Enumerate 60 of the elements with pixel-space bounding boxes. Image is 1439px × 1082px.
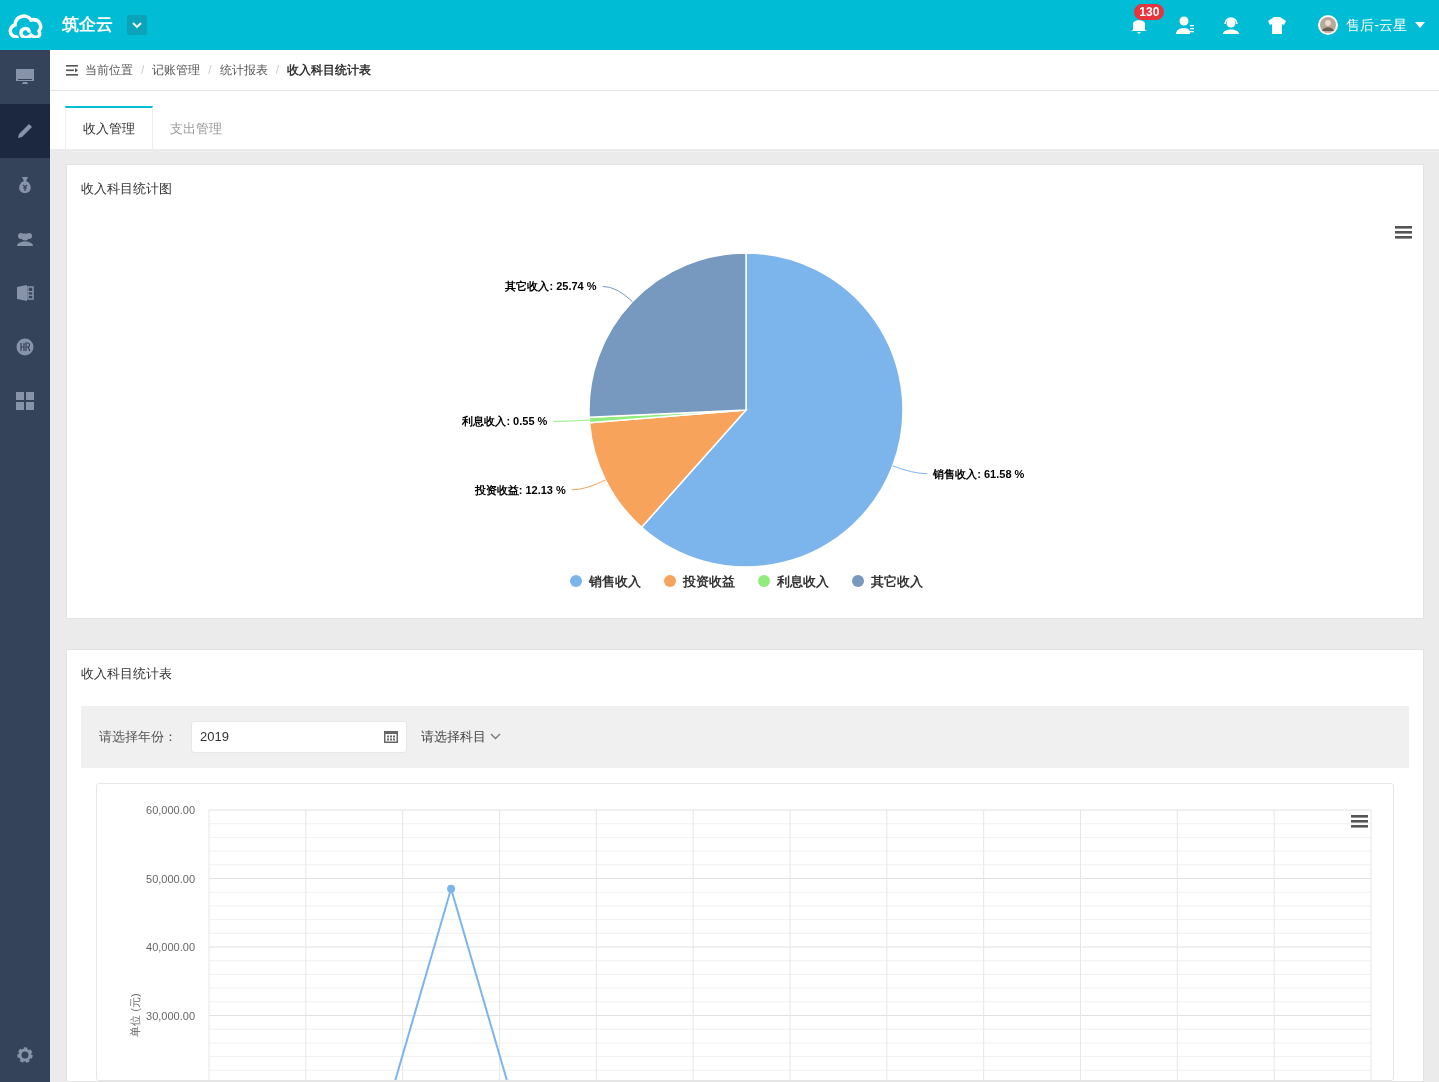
axis-tick-label: 30,000.00	[146, 1009, 195, 1021]
leader-line	[602, 285, 633, 302]
data-point	[447, 884, 456, 893]
card-title: 收入科目统计图	[81, 181, 172, 196]
notification-button[interactable]: 130	[1116, 0, 1163, 50]
calendar-icon	[384, 730, 398, 743]
breadcrumb-item: 收入科目统计表	[287, 62, 372, 79]
pencil-icon	[16, 122, 34, 140]
legend-item[interactable]: 投资收益	[664, 573, 735, 589]
tab[interactable]: 收入管理	[65, 106, 153, 149]
t-shirt-icon	[1268, 16, 1287, 34]
axis-title: 单位 (元)	[129, 992, 141, 1037]
app-switch-button[interactable]	[127, 15, 147, 35]
caret-icon	[1415, 22, 1425, 28]
axis-tick-label: 50,000.00	[146, 872, 195, 884]
grid-icon	[16, 392, 34, 410]
breadcrumb-separator: /	[141, 62, 145, 79]
year-label: 请选择年份：	[99, 727, 177, 746]
legend-label: 销售收入	[588, 573, 642, 589]
chevron-down-icon	[132, 21, 142, 29]
headset-icon	[1222, 16, 1241, 34]
badge-icon	[16, 338, 34, 356]
money-bag-icon	[16, 176, 34, 194]
breadcrumb-item[interactable]: 统计报表	[219, 61, 268, 79]
menu-indent-icon	[66, 64, 79, 76]
leader-line	[571, 479, 606, 490]
legend-label: 其它收入	[870, 573, 924, 589]
contacts-icon	[1176, 16, 1195, 34]
menu-icon[interactable]	[1395, 225, 1412, 239]
legend-item[interactable]: 利息收入	[758, 573, 829, 589]
document-icon	[16, 284, 34, 302]
card-title: 收入科目统计表	[81, 666, 172, 681]
subject-dropdown[interactable]: 请选择科目	[415, 726, 507, 747]
notification-count: 130	[1134, 4, 1165, 20]
leader-line	[552, 419, 590, 422]
chevron-down-icon	[490, 733, 501, 740]
breadcrumb-separator: /	[275, 62, 280, 79]
cloud-logo-icon	[7, 12, 43, 38]
app-name: 筑企云	[62, 14, 113, 37]
people-icon	[16, 230, 34, 248]
year-field[interactable]: 2019	[191, 720, 407, 753]
avatar-icon	[1318, 15, 1339, 35]
data-label: 利息收入: 0.55 %	[462, 414, 548, 427]
legend-item[interactable]: 其它收入	[852, 573, 923, 589]
data-label: 销售收入: 61.58 %	[933, 467, 1025, 480]
axis-tick-label: 60,000.00	[146, 803, 195, 816]
legend-label: 利息收入	[776, 573, 830, 589]
breadcrumb-item: 当前位置	[85, 62, 133, 79]
sidebar-item[interactable]	[0, 104, 50, 158]
monitor-icon	[16, 68, 34, 86]
legend-label: 投资收益	[682, 573, 735, 589]
data-label: 投资收益: 12.13 %	[474, 483, 566, 496]
axis-tick-label: 40,000.00	[146, 940, 195, 953]
breadcrumb-separator: /	[208, 62, 212, 79]
legend-item[interactable]: 销售收入	[570, 573, 641, 589]
menu-icon[interactable]	[1351, 814, 1368, 828]
settings-icon	[16, 1046, 34, 1064]
data-label: 其它收入: 25.74 %	[505, 279, 597, 292]
leader-line	[892, 464, 928, 474]
breadcrumb-item[interactable]: 记账管理	[152, 61, 201, 79]
